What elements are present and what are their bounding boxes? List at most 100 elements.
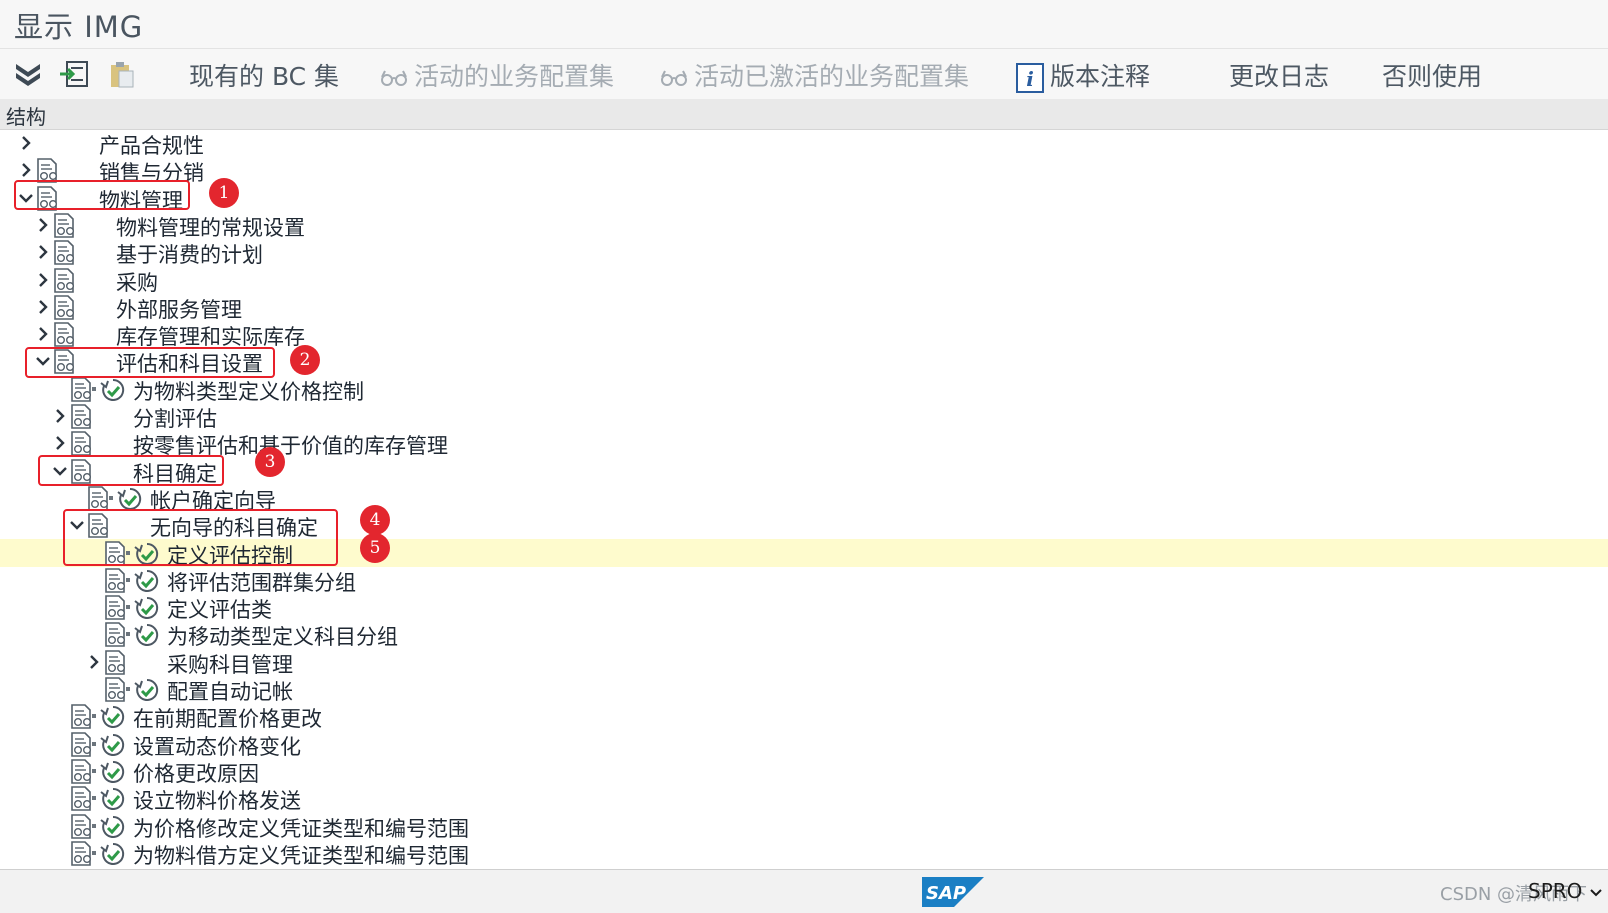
documentation-icon[interactable] [70,759,94,785]
chevron-right-icon[interactable] [34,324,52,344]
tree-row[interactable]: 科目确定 [0,457,1608,486]
tree-row[interactable]: 采购科目管理 [0,648,1608,677]
tree-row[interactable]: 定义评估类 [0,593,1608,622]
chevron-right-icon[interactable] [51,433,69,453]
annotation-box-3 [38,455,224,486]
active-bc-sets-label: 活动的业务配置集 [414,62,615,91]
annotation-badge-3: 3 [255,447,285,477]
tree-row[interactable]: 基于消费的计划 [0,238,1608,267]
active-bc-sets-button[interactable]: 活动的业务配置集 [380,57,614,93]
documentation-icon[interactable] [53,240,77,266]
release-notes-label: 版本注释 [1050,62,1151,91]
tree-row[interactable]: 将评估范围群集分组 [0,566,1608,595]
tree-row[interactable]: 为价格修改定义凭证类型和编号范围 [0,812,1608,841]
chevron-right-icon[interactable] [34,242,52,262]
structure-header: 结构 [0,99,1608,130]
execute-icon[interactable] [134,568,160,594]
tree-row[interactable]: 在前期配置价格更改 [0,702,1608,731]
documentation-icon[interactable] [87,486,111,512]
chevron-right-icon[interactable] [85,652,103,672]
execute-icon[interactable] [100,759,126,785]
tree-row[interactable]: 销售与分销 [0,156,1608,185]
tree-row[interactable]: 分割评估 [0,402,1608,431]
toolbar: 现有的 BC 集 活动的业务配置集 活动已激活的业务配置集 i 版本注释 更改日… [0,48,1608,99]
documentation-icon[interactable] [53,213,77,239]
tree-row[interactable]: 为物料类型定义价格控制 [0,375,1608,404]
activated-bc-sets-label: 活动已激活的业务配置集 [694,62,970,91]
annotation-box-2 [25,347,275,378]
info-icon: i [1016,63,1044,93]
chevron-right-icon[interactable] [17,160,35,180]
documentation-icon[interactable] [70,813,94,840]
execute-icon[interactable] [117,486,143,512]
img-tree[interactable]: 产品合规性 销售与分销 物料管理 物料管理的常规设置 基于消费的计划 采购 外部服务管理 库存… [0,129,1608,869]
execute-icon[interactable] [134,677,160,703]
annotation-badge-1: 1 [209,178,239,208]
documentation-icon[interactable] [104,595,128,621]
chevron-down-icon [1590,888,1602,896]
tree-node-label[interactable]: 为物料借方定义凭证类型和编号范围 [133,840,469,869]
tree-row[interactable]: 物料管理 [0,184,1608,213]
execute-icon[interactable] [100,841,126,867]
chevron-right-icon[interactable] [34,297,52,317]
tree-row[interactable]: 按零售评估和基于价值的库存管理 [0,429,1608,458]
documentation-icon[interactable] [104,649,128,676]
tree-row[interactable]: 库存管理和实际库存 [0,320,1608,349]
otherwise-use-button[interactable]: 否则使用 [1382,57,1482,93]
tree-row[interactable]: 产品合规性 [0,129,1608,158]
documentation-icon[interactable] [70,786,94,812]
documentation-icon[interactable] [70,704,94,730]
documentation-icon[interactable] [104,677,128,703]
documentation-icon[interactable] [104,622,128,648]
structure-header-label: 结构 [6,105,46,129]
tree-row[interactable]: 为移动类型定义科目分组 [0,620,1608,649]
transaction-code[interactable]: SPRO [1528,879,1603,903]
documentation-icon[interactable] [53,322,77,348]
tree-row[interactable]: 帐户确定向导 [0,484,1608,513]
existing-bc-sets-button[interactable]: 现有的 BC 集 [189,57,339,93]
clipboard-icon[interactable] [106,58,138,90]
execute-icon[interactable] [134,622,160,648]
execute-icon[interactable] [100,814,126,840]
svg-text:i: i [1026,67,1034,91]
tree-row[interactable]: 为物料借方定义凭证类型和编号范围 [0,839,1608,869]
activated-bc-sets-button[interactable]: 活动已激活的业务配置集 [660,57,969,93]
tree-row[interactable]: 配置自动记帐 [0,675,1608,704]
transaction-code-value: SPRO [1528,879,1583,903]
insert-icon[interactable] [58,58,90,90]
documentation-icon[interactable] [70,404,94,430]
documentation-icon[interactable] [70,431,94,457]
sap-logo-icon: SAP [922,877,984,907]
chevron-right-icon[interactable] [34,215,52,235]
execute-icon[interactable] [100,732,126,758]
documentation-icon[interactable] [53,294,77,321]
tree-row[interactable]: 设置动态价格变化 [0,730,1608,759]
chevron-right-icon[interactable] [34,270,52,290]
documentation-icon[interactable] [70,840,94,867]
tree-row[interactable]: 采购 [0,266,1608,295]
chevron-right-icon[interactable] [17,133,35,153]
documentation-icon[interactable] [70,376,94,403]
change-log-button[interactable]: 更改日志 [1229,57,1329,93]
documentation-icon[interactable] [70,731,94,758]
annotation-box-1 [14,180,190,210]
documentation-icon[interactable] [53,267,77,294]
execute-icon[interactable] [134,595,160,621]
execute-icon[interactable] [100,704,126,730]
execute-icon[interactable] [100,786,126,812]
chevron-right-icon[interactable] [51,406,69,426]
tree-row[interactable]: 价格更改原因 [0,757,1608,786]
tree-row[interactable]: 设立物料价格发送 [0,784,1608,813]
tree-row[interactable]: 物料管理的常规设置 [0,211,1608,240]
documentation-icon[interactable] [104,567,128,594]
glasses-icon [661,70,687,86]
status-bar: SAP CSDN @清风雨下 SPRO [0,869,1608,913]
annotation-badge-4: 4 [360,505,390,535]
window-title: 显示 IMG [14,10,144,44]
title-bar: 显示 IMG [0,0,1608,48]
collapse-all-icon[interactable] [12,58,44,90]
annotation-box-4-5 [63,509,338,566]
release-notes-button[interactable]: i 版本注释 [1016,57,1150,93]
tree-row[interactable]: 外部服务管理 [0,293,1608,322]
execute-icon[interactable] [100,377,126,403]
